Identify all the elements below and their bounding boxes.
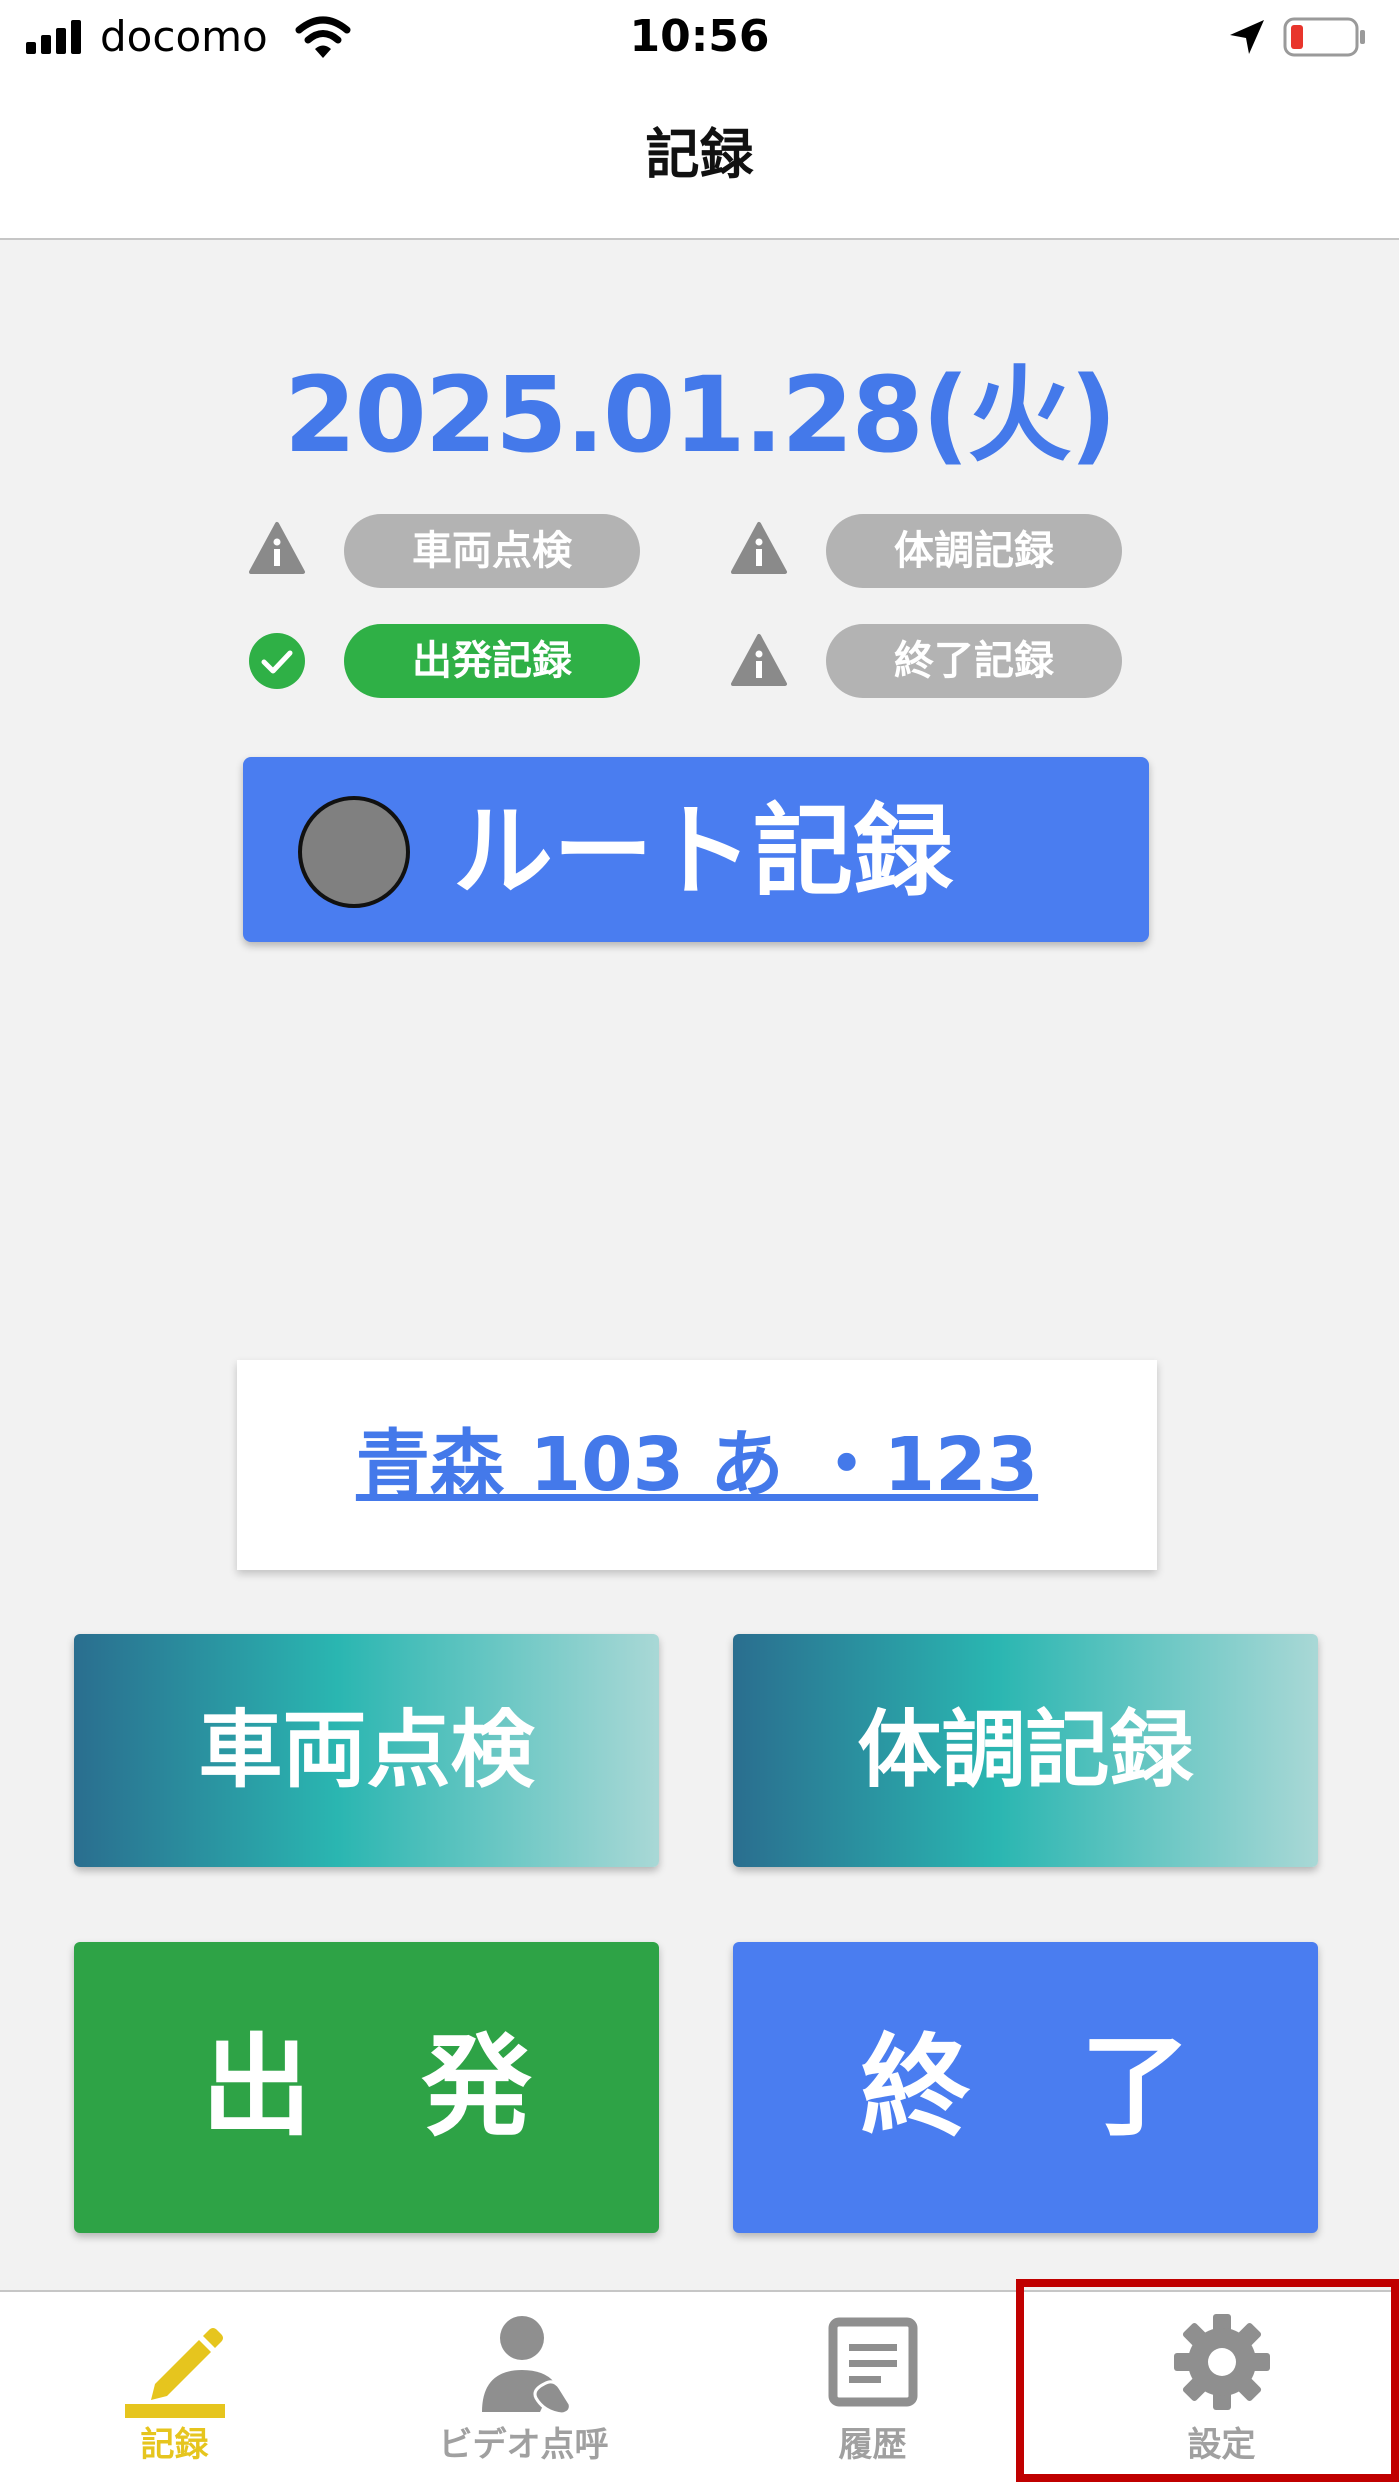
page-title: 記録 <box>645 123 754 186</box>
location-arrow-icon <box>1230 20 1264 54</box>
status-bar: docomo 10:56 <box>0 0 1399 75</box>
status-badge-health-record: 体調記録 <box>826 514 1122 588</box>
tab-history[interactable]: 履歴 <box>698 2292 1047 2484</box>
record-date: 2025.01.28(火) <box>284 354 1117 476</box>
check-circle-icon <box>249 633 305 689</box>
vehicle-check-button[interactable]: 車両点検 <box>74 1634 659 1867</box>
clock: 10:56 <box>629 11 770 62</box>
settings-highlight-box <box>1016 2279 1399 2482</box>
tab-label-history: 履歴 <box>838 2425 907 2465</box>
history-icon <box>828 2317 918 2407</box>
battery-icon <box>1283 17 1365 57</box>
pencil-icon <box>125 2328 225 2418</box>
warning-icon <box>731 522 787 574</box>
health-record-button[interactable]: 体調記録 <box>733 1634 1318 1867</box>
warning-icon <box>249 522 305 574</box>
nav-bar: 記録 <box>0 75 1399 240</box>
vehicle-plate-link[interactable]: 青森 103 あ ・123 <box>237 1418 1157 1512</box>
record-indicator-icon <box>298 796 410 908</box>
warning-icon <box>731 634 787 686</box>
tab-label-video-rollcall: ビデオ点呼 <box>438 2425 609 2465</box>
route-record-label: ルート記録 <box>453 793 953 910</box>
status-badge-departure-record: 出発記録 <box>344 624 640 698</box>
tab-record[interactable]: 記録 <box>0 2292 349 2484</box>
tab-label-record: 記録 <box>140 2425 209 2465</box>
vehicle-card: 青森 103 あ ・123 <box>237 1360 1157 1570</box>
finish-button[interactable]: 終 了 <box>733 1942 1318 2233</box>
status-badge-vehicle-check: 車両点検 <box>344 514 640 588</box>
tab-video-rollcall[interactable]: ビデオ点呼 <box>349 2292 698 2484</box>
depart-button[interactable]: 出 発 <box>74 1942 659 2233</box>
person-phone-icon <box>482 2316 572 2416</box>
route-record-button[interactable]: ルート記録 <box>243 757 1149 942</box>
status-badge-finish-record: 終了記録 <box>826 624 1122 698</box>
